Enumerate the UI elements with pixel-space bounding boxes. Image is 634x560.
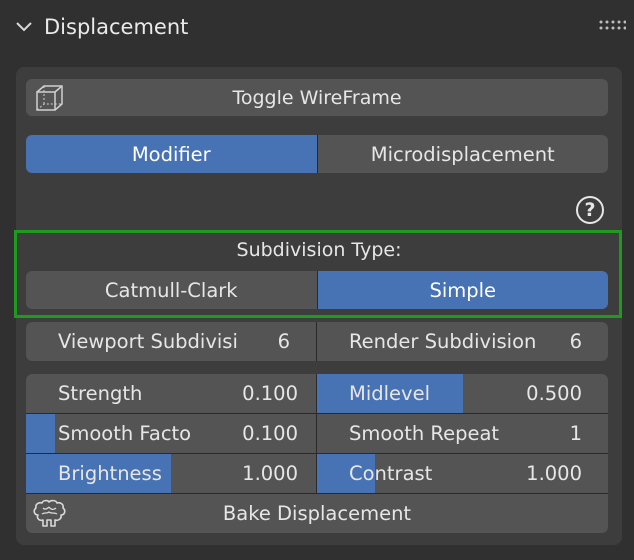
contrast-value: 1.000	[526, 462, 582, 485]
render-subdivisions-label: Render Subdivision	[349, 330, 537, 353]
smooth-factor-value: 0.100	[242, 422, 298, 445]
subdivision-fields: Viewport Subdivisi 6 Render Subdivision …	[26, 322, 608, 361]
viewport-subdivisions-label: Viewport Subdivisi	[58, 330, 238, 353]
smooth-factor-field[interactable]: Smooth Facto 0.100	[26, 414, 316, 453]
brain-icon	[33, 499, 66, 527]
bake-displacement-button[interactable]: Bake Displacement	[26, 494, 608, 533]
wireframe-cube-icon	[36, 85, 63, 111]
contrast-field[interactable]: Contrast 1.000	[317, 454, 608, 493]
toggle-wireframe-label: Toggle WireFrame	[232, 87, 402, 109]
render-subdivisions-field[interactable]: Render Subdivision 6	[317, 322, 608, 361]
strength-label: Strength	[58, 382, 143, 405]
tab-modifier[interactable]: Modifier	[26, 135, 317, 173]
render-subdivisions-value: 6	[569, 330, 582, 353]
panel-title: Displacement	[44, 15, 189, 39]
brightness-value: 1.000	[242, 462, 298, 485]
chevron-down-icon[interactable]	[12, 14, 36, 38]
viewport-subdivisions-value: 6	[277, 330, 290, 353]
smooth-factor-label: Smooth Facto	[58, 422, 192, 445]
brightness-label: Brightness	[58, 462, 162, 485]
smooth-factor-fill	[26, 414, 55, 453]
highlight-box	[14, 230, 622, 318]
midlevel-label: Midlevel	[349, 382, 430, 405]
bake-displacement-label: Bake Displacement	[222, 502, 412, 525]
midlevel-field[interactable]: Midlevel 0.500	[317, 374, 608, 413]
parameter-grid: Strength 0.100 Midlevel 0.500 Smooth Fac…	[26, 374, 608, 533]
smooth-repeat-label: Smooth Repeat	[349, 422, 500, 445]
brightness-field[interactable]: Brightness 1.000	[26, 454, 316, 493]
contrast-label: Contrast	[349, 462, 433, 485]
drag-grip-icon[interactable]	[598, 18, 626, 32]
help-glyph: ?	[584, 199, 596, 221]
mode-tabs: Modifier Microdisplacement	[26, 135, 608, 173]
strength-value: 0.100	[242, 382, 298, 405]
help-icon[interactable]: ?	[576, 196, 604, 224]
strength-field[interactable]: Strength 0.100	[26, 374, 316, 413]
tab-microdisplacement[interactable]: Microdisplacement	[316, 135, 608, 173]
smooth-repeat-field[interactable]: Smooth Repeat 1	[317, 414, 608, 453]
smooth-repeat-value: 1	[569, 422, 582, 445]
midlevel-value: 0.500	[526, 382, 582, 405]
viewport-subdivisions-field[interactable]: Viewport Subdivisi 6	[26, 322, 316, 361]
toggle-wireframe-button[interactable]: Toggle WireFrame	[26, 79, 608, 117]
